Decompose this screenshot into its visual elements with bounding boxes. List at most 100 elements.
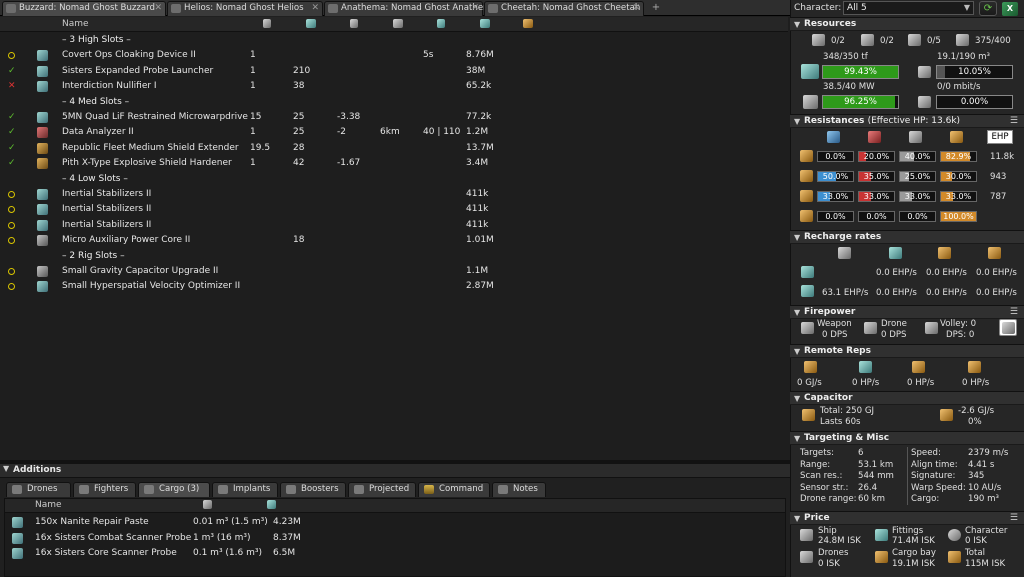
shield-extender-icon <box>37 142 48 154</box>
recharge-value: 0.0 EHP/s <box>876 288 917 298</box>
tab-fighters[interactable]: Fighters <box>73 482 136 497</box>
ship-icon <box>171 4 181 13</box>
targeting-label: Signature: <box>911 471 956 481</box>
tab-projected[interactable]: Projected <box>348 482 416 497</box>
tab-boosters[interactable]: Boosters <box>280 482 346 497</box>
module-row[interactable]: Inertial Stabilizers II 411k <box>0 202 788 217</box>
remote-reps-header[interactable]: ▼ Remote Reps <box>790 344 1024 358</box>
module-row[interactable]: Inertial Stabilizers II 411k <box>0 218 788 233</box>
offline-state-icon[interactable] <box>8 191 15 198</box>
module-row[interactable]: Small Gravity Capacitor Upgrade II 1.1M <box>0 264 788 279</box>
cargo-row[interactable]: 16x Sisters Core Scanner Probe 0.1 m³ (1.… <box>5 546 785 561</box>
offline-state-icon[interactable] <box>8 221 15 229</box>
capacitor-header[interactable]: ▼ Capacitor <box>790 391 1024 405</box>
slot-rack-header: – 4 Med Slots – <box>0 95 788 110</box>
tab-buzzard[interactable]: Buzzard: Nomad Ghost Buzzard ✕ <box>2 1 166 16</box>
module-row[interactable]: Micro Auxiliary Power Core II 18 1.01M <box>0 233 788 248</box>
cargo-price: 8.37M <box>273 532 301 543</box>
module-row[interactable]: Covert Ops Cloaking Device II 1 5s 8.76M <box>0 48 788 63</box>
tab-helios[interactable]: Helios: Nomad Ghost Helios ✕ <box>167 1 323 16</box>
cargo-row[interactable]: 150x Nanite Repair Paste 0.01 m³ (1.5 m³)… <box>5 515 785 530</box>
character-select[interactable]: All 5 ▼ <box>843 1 974 15</box>
ehp-toggle-button[interactable]: EHP <box>987 130 1013 144</box>
powergrid-percent: 96.25% <box>844 97 877 107</box>
add-tab-icon[interactable]: + <box>650 2 662 14</box>
passive-regen-icon <box>988 247 1001 259</box>
rack-label: – 4 Low Slots – <box>62 173 128 184</box>
price-header[interactable]: ▼ Price ☰ <box>790 511 1024 525</box>
close-icon[interactable]: ✕ <box>471 2 479 15</box>
offline-state-icon[interactable] <box>8 52 15 60</box>
module-row[interactable]: ✕ Interdiction Nullifier I 1 38 65.2k <box>0 79 788 94</box>
module-c5-value: 40 | 110 <box>423 127 461 138</box>
module-name: Data Analyzer II <box>62 127 134 138</box>
active-state-icon[interactable]: ✓ <box>8 110 16 125</box>
menu-icon[interactable]: ☰ <box>1010 306 1018 319</box>
module-row[interactable]: ✓ Data Analyzer II 1 25 -2 6km 40 | 110 1.2M <box>0 125 788 140</box>
refresh-icon[interactable]: ⟳ <box>979 1 997 16</box>
additions-header[interactable]: ▼ Additions <box>0 464 790 478</box>
tab-anathema[interactable]: Anathema: Nomad Ghost Anathema ✕ <box>324 1 497 16</box>
targeting-value: 544 mm <box>858 471 894 481</box>
chevron-down-icon: ▼ <box>963 3 970 12</box>
damage-pattern-button[interactable] <box>999 319 1017 336</box>
menu-icon[interactable]: ☰ <box>1010 115 1018 128</box>
resources-header[interactable]: ▼ Resources <box>790 17 1024 31</box>
menu-icon[interactable]: ☰ <box>1010 512 1018 525</box>
price-fittings-value: 71.4M ISK <box>892 536 935 546</box>
active-state-icon[interactable]: ✓ <box>8 125 16 140</box>
booster-icon <box>286 485 296 494</box>
tab-label: Cheetah: Nomad Ghost Cheetah <box>501 3 641 13</box>
tab-command[interactable]: Command <box>418 482 490 497</box>
remote-hull-icon <box>968 361 981 373</box>
tab-label: Command <box>439 484 484 494</box>
recharge-header[interactable]: ▼ Recharge rates <box>790 230 1024 244</box>
module-row[interactable]: Inertial Stabilizers II 411k <box>0 187 788 202</box>
close-icon[interactable]: ✕ <box>632 2 640 15</box>
offline-state-icon[interactable] <box>8 283 15 291</box>
module-row[interactable]: ✓ 5MN Quad LiF Restrained Microwarpdrive 1… <box>0 110 788 125</box>
offline-state-icon[interactable] <box>8 237 15 245</box>
targeting-value: 345 <box>968 471 985 481</box>
export-icon[interactable]: X <box>1002 2 1018 16</box>
module-c6-value: 411k <box>466 189 489 199</box>
close-icon[interactable]: ✕ <box>311 2 319 15</box>
close-icon[interactable]: ✕ <box>154 2 162 15</box>
tab-cheetah[interactable]: Cheetah: Nomad Ghost Cheetah ✕ <box>484 1 644 16</box>
tab-drones[interactable]: Drones <box>6 482 71 497</box>
active-state-icon[interactable]: ✓ <box>8 64 16 79</box>
targeting-header[interactable]: ▼ Targeting & Misc <box>790 431 1024 445</box>
section-title: Targeting & Misc <box>804 433 890 443</box>
name-column-header[interactable]: Name <box>35 500 62 510</box>
overheat-state-icon[interactable]: ✕ <box>8 79 16 94</box>
targeting-value: 4.41 s <box>968 459 995 470</box>
module-c2-value: 25 <box>293 112 305 122</box>
tab-implants[interactable]: Implants <box>212 482 278 497</box>
cargo-list: Name 150x Nanite Repair Paste 0.01 m³ (1.… <box>4 498 786 577</box>
name-column-header[interactable]: Name <box>62 19 89 29</box>
layer-hp: 943 <box>990 172 1007 182</box>
tab-label: Drones <box>27 484 58 494</box>
module-c6-value: 13.7M <box>466 142 494 153</box>
resist-bar: 33.0% <box>817 191 854 202</box>
module-row[interactable]: ✓ Sisters Expanded Probe Launcher 1 210 38M <box>0 64 788 79</box>
module-row[interactable]: ✓ Republic Fleet Medium Shield Extender 19… <box>0 141 788 156</box>
cargo-row[interactable]: 16x Sisters Combat Scanner Probe 1 m³ (16… <box>5 531 785 546</box>
resistances-header[interactable]: ▼ Resistances (Effective HP: 13.6k) ☰ <box>790 114 1024 128</box>
tab-notes[interactable]: Notes <box>492 482 546 497</box>
collapse-arrow-icon[interactable]: ▼ <box>3 464 9 473</box>
active-state-icon[interactable]: ✓ <box>8 156 16 171</box>
inertial-stabilizer-icon <box>37 204 48 216</box>
offline-state-icon[interactable] <box>8 206 15 214</box>
active-state-icon[interactable]: ✓ <box>8 141 16 156</box>
module-row[interactable]: ✓ Pith X-Type Explosive Shield Hardener 1 4… <box>0 156 788 171</box>
tab-cargo[interactable]: Cargo (3) <box>138 482 210 497</box>
recharge-value: 0.0 EHP/s <box>876 268 917 278</box>
module-c2-value: 28 <box>293 142 305 153</box>
firepower-header[interactable]: ▼ Firepower ☰ <box>790 305 1024 319</box>
module-c2-value: 42 <box>293 158 305 169</box>
module-row[interactable]: Small Hyperspatial Velocity Optimizer II… <box>0 279 788 294</box>
tab-label: Fighters <box>94 484 129 494</box>
rack-label: – 2 Rig Slots – <box>62 250 125 261</box>
offline-state-icon[interactable] <box>8 268 15 275</box>
